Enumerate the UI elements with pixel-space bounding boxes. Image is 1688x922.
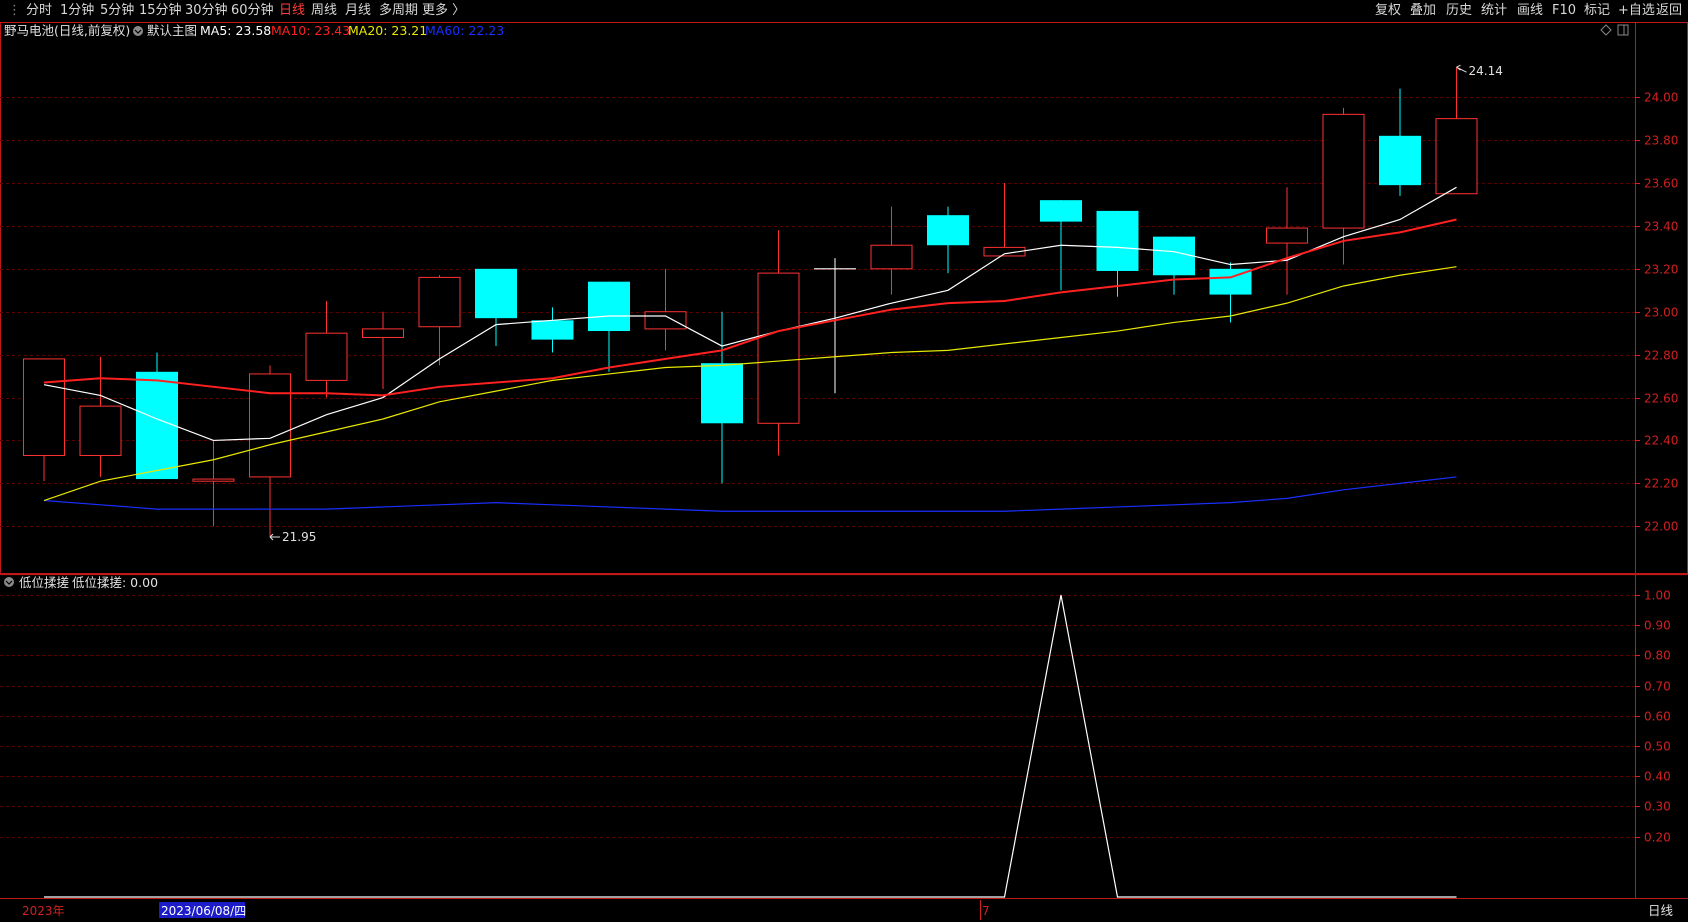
price-tick-label: 22.40 xyxy=(1644,434,1678,448)
diamond-icon[interactable] xyxy=(1600,24,1612,36)
window-layout-icon[interactable] xyxy=(1617,24,1629,36)
indicator-tick-label: 0.90 xyxy=(1644,619,1671,633)
candle-body xyxy=(588,281,630,332)
indicator-tick-label: 0.30 xyxy=(1644,800,1671,814)
candle-body xyxy=(23,358,65,456)
tab-5min[interactable]: 5分钟 xyxy=(100,2,134,20)
toolbar-dots-icon[interactable]: ⋮ xyxy=(8,2,21,20)
sub-indicator-dropdown-icon[interactable] xyxy=(4,577,14,587)
candle-body xyxy=(531,320,574,340)
price-tick-label: 22.00 xyxy=(1644,520,1678,534)
price-tick-label: 23.80 xyxy=(1644,134,1678,148)
candle-body xyxy=(1322,113,1365,229)
low-price-marker: 21.95 xyxy=(269,530,316,544)
indicator-tick-label: 0.70 xyxy=(1644,680,1671,694)
candle-body xyxy=(1153,236,1195,276)
candle-body xyxy=(192,478,235,482)
indicator-tick-label: 0.50 xyxy=(1644,740,1671,754)
tab-monthly[interactable]: 月线 xyxy=(345,2,371,20)
candle-body xyxy=(249,373,291,478)
candle-body xyxy=(79,405,122,456)
price-tick-label: 24.00 xyxy=(1644,91,1678,105)
tab-weekly[interactable]: 周线 xyxy=(311,2,337,20)
main-indicator-dropdown-icon[interactable] xyxy=(133,26,143,36)
tab-more[interactable]: 更多 〉 xyxy=(422,2,465,20)
add-watchlist-button[interactable]: +自选 xyxy=(1618,2,1655,20)
indicator-tick-label: 0.20 xyxy=(1644,831,1671,845)
tab-daily[interactable]: 日线 xyxy=(279,2,305,20)
high-price-label: 24.14 xyxy=(1469,64,1503,78)
ma20-legend: MA20: 23.21 xyxy=(348,23,427,38)
ma60-line xyxy=(43,476,1457,512)
indicator-axis: 0.20 0.30 0.40 0.50 0.60 0.70 0.80 0.90 1.00 xyxy=(1635,589,1671,845)
price-tick-label: 23.00 xyxy=(1644,306,1678,320)
back-button[interactable]: 返回 xyxy=(1656,2,1682,20)
sub-grid xyxy=(0,595,1635,838)
low-arrow xyxy=(269,533,280,541)
indicator-tick-label: 1.00 xyxy=(1644,589,1671,603)
high-price-marker: 24.14 xyxy=(1456,64,1503,78)
candle-body xyxy=(927,215,969,246)
price-tick-label: 23.60 xyxy=(1644,177,1678,191)
main-indicator-name[interactable]: 默认主图 xyxy=(147,23,197,38)
period-toolbar: ⋮ 分时 1分钟 5分钟 15分钟 30分钟 60分钟 日线 周线 月线 多周期… xyxy=(0,0,1688,23)
candle-body xyxy=(870,244,913,270)
candlestick-series xyxy=(23,67,1478,537)
tab-multi-period[interactable]: 多周期 xyxy=(379,2,418,20)
candle-body xyxy=(418,276,461,328)
price-tick-label: 22.80 xyxy=(1644,349,1678,363)
statistics-button[interactable]: 统计 xyxy=(1481,2,1507,20)
indicator-tick-label: 0.80 xyxy=(1644,649,1671,663)
stock-name: 野马电池(日线,前复权) xyxy=(4,23,130,38)
main-panel-frame xyxy=(0,22,1688,574)
ma10-line xyxy=(43,218,1457,397)
sub-indicator-name[interactable]: 低位揉搓 xyxy=(19,575,69,590)
f10-button[interactable]: F10 xyxy=(1552,2,1576,20)
candle-body xyxy=(757,272,800,424)
tab-60min[interactable]: 60分钟 xyxy=(231,2,274,20)
low-price-label: 21.95 xyxy=(282,530,316,544)
tab-15min[interactable]: 15分钟 xyxy=(139,2,182,20)
indicator-tick-label: 0.60 xyxy=(1644,710,1671,724)
price-tick-label: 22.60 xyxy=(1644,392,1678,406)
restore-right-button[interactable]: 复权 xyxy=(1375,2,1401,20)
kline-chart[interactable]: 野马电池(日线,前复权) 默认主图 MA5: 23.58 MA10: 23.43… xyxy=(0,22,1688,922)
candle-body xyxy=(644,311,687,330)
tab-fenshi[interactable]: 分时 xyxy=(26,2,52,20)
sub-indicator-value: 低位揉搓: 0.00 xyxy=(72,575,158,590)
candle-body xyxy=(305,332,348,381)
price-tick-label: 23.20 xyxy=(1644,263,1678,277)
candle-body xyxy=(1096,210,1139,271)
candle-body xyxy=(362,328,404,338)
price-axis: 22.00 22.20 22.40 22.60 22.80 23.00 23.20 23.40… xyxy=(1635,91,1678,534)
period-label[interactable]: 日线 xyxy=(1648,903,1674,918)
indicator-tick-label: 0.40 xyxy=(1644,770,1671,784)
candle-body xyxy=(1040,200,1082,222)
cursor-date: 2023/06/08/四 xyxy=(161,904,246,918)
price-tick-label: 23.40 xyxy=(1644,220,1678,234)
price-tick-label: 22.20 xyxy=(1644,477,1678,491)
draw-line-button[interactable]: 画线 xyxy=(1517,2,1543,20)
overlay-button[interactable]: 叠加 xyxy=(1410,2,1436,20)
ma10-legend: MA10: 23.43 xyxy=(271,23,350,38)
candle-body xyxy=(1435,118,1478,195)
ma60-legend: MA60: 22.23 xyxy=(425,23,504,38)
history-button[interactable]: 历史 xyxy=(1446,2,1472,20)
candle-body xyxy=(1379,135,1421,186)
tab-30min[interactable]: 30分钟 xyxy=(185,2,228,20)
candle-body xyxy=(136,371,178,480)
candle-body xyxy=(1266,227,1308,244)
month-label: 7 xyxy=(982,904,990,918)
candle-body xyxy=(475,268,517,319)
year-label: 2023年 xyxy=(22,904,65,918)
high-arrow xyxy=(1456,64,1467,73)
candle-body xyxy=(701,363,743,424)
mark-button[interactable]: 标记 xyxy=(1584,2,1610,20)
tab-1min[interactable]: 1分钟 xyxy=(60,2,94,20)
ma5-legend: MA5: 23.58 xyxy=(200,23,271,38)
